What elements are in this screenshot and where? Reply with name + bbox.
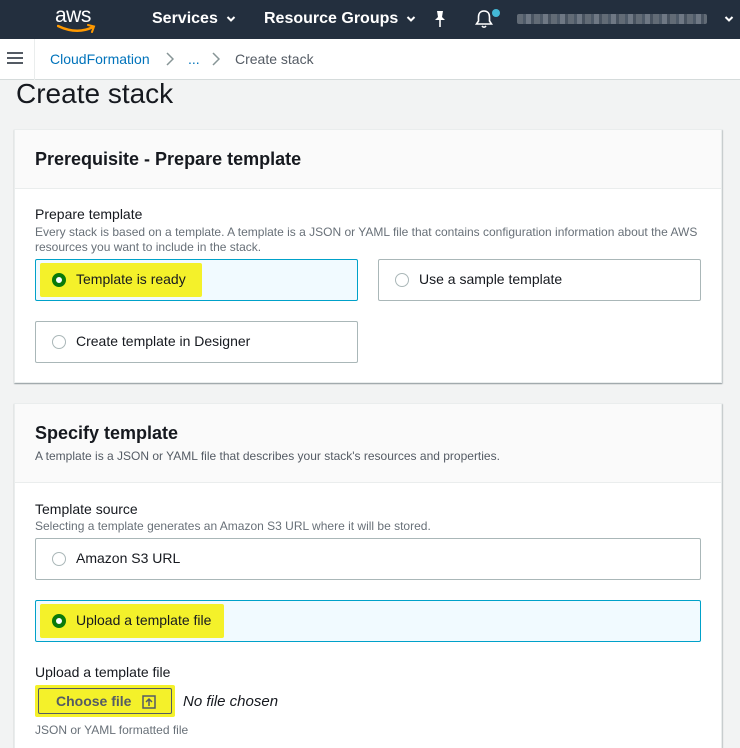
panel-description: A template is a JSON or YAML file that d… xyxy=(35,449,500,463)
option-sample-template[interactable]: Use a sample template xyxy=(378,259,701,301)
divider xyxy=(34,39,35,80)
services-label: Services xyxy=(152,10,218,27)
page-title: Create stack xyxy=(16,78,174,109)
upload-label: Upload a template file xyxy=(35,664,171,680)
choose-file-button[interactable]: Choose file xyxy=(38,688,172,714)
format-hint: JSON or YAML formatted file xyxy=(35,723,189,737)
prepare-template-label: Prepare template xyxy=(35,206,143,222)
resource-groups-menu[interactable]: Resource Groups xyxy=(264,10,416,28)
hamburger-menu-icon[interactable] xyxy=(7,51,23,65)
resource-groups-label: Resource Groups xyxy=(264,10,399,27)
breadcrumb-bar: CloudFormation ... Create stack xyxy=(0,39,740,80)
chevron-right-icon xyxy=(166,52,174,66)
template-source-description: Selecting a template generates an Amazon… xyxy=(35,519,431,533)
aws-logo[interactable]: aws xyxy=(55,4,99,34)
upload-icon xyxy=(142,695,156,709)
radio-designer[interactable] xyxy=(52,335,66,349)
bell-icon[interactable] xyxy=(474,9,494,29)
account-menu[interactable] xyxy=(517,14,707,24)
top-nav: aws Services Resource Groups xyxy=(0,0,740,39)
panel-header: Specify template A template is a JSON or… xyxy=(15,404,721,483)
prerequisite-panel: Prerequisite - Prepare template Prepare … xyxy=(14,129,722,383)
option-label: Use a sample template xyxy=(419,271,563,287)
panel-title: Specify template xyxy=(35,423,179,443)
choose-file-label: Choose file xyxy=(56,693,132,709)
no-file-chosen-text: No file chosen xyxy=(183,693,279,710)
breadcrumb-cloudformation[interactable]: CloudFormation xyxy=(50,51,150,67)
option-label: Amazon S3 URL xyxy=(76,550,181,566)
chevron-down-icon xyxy=(407,16,416,22)
radio-s3-url[interactable] xyxy=(52,552,66,566)
notification-badge xyxy=(492,9,500,17)
choose-file-highlight: Choose file xyxy=(35,685,175,717)
template-source-label: Template source xyxy=(35,501,138,517)
aws-smile-icon xyxy=(57,24,96,33)
option-label: Create template in Designer xyxy=(76,333,251,349)
option-label: Upload a template file xyxy=(76,612,212,628)
option-designer[interactable]: Create template in Designer xyxy=(35,321,358,363)
radio-template-ready[interactable] xyxy=(52,273,66,287)
radio-sample-template[interactable] xyxy=(395,273,409,287)
prepare-template-description: Every stack is based on a template. A te… xyxy=(35,225,698,254)
panel-title: Prerequisite - Prepare template xyxy=(35,149,302,169)
radio-upload-file[interactable] xyxy=(52,614,66,628)
option-label: Template is ready xyxy=(76,271,186,287)
services-menu[interactable]: Services xyxy=(152,10,236,28)
panel-header: Prerequisite - Prepare template xyxy=(15,130,721,189)
specify-template-panel: Specify template A template is a JSON or… xyxy=(14,403,722,748)
pin-icon[interactable] xyxy=(432,10,448,28)
option-s3-url[interactable]: Amazon S3 URL xyxy=(35,538,701,580)
breadcrumb-create-stack: Create stack xyxy=(235,51,314,67)
option-upload-file[interactable]: Upload a template file xyxy=(35,600,701,642)
chevron-right-icon xyxy=(212,52,220,66)
breadcrumb-ellipsis[interactable]: ... xyxy=(188,51,200,67)
option-template-ready[interactable]: Template is ready xyxy=(35,259,358,301)
chevron-down-icon xyxy=(226,16,236,22)
chevron-down-icon[interactable] xyxy=(724,14,734,24)
